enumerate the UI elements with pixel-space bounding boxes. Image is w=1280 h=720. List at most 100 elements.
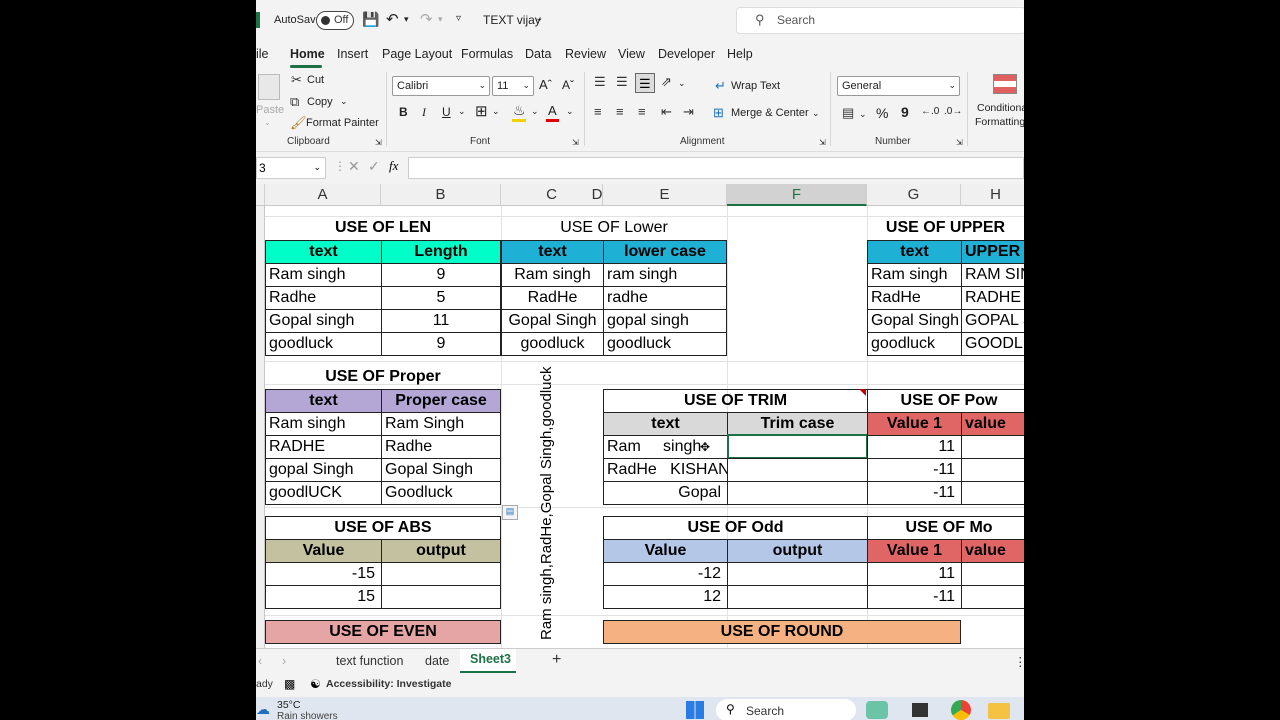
mod-header-value2[interactable]: value: [961, 539, 1024, 563]
tab-view[interactable]: View: [618, 47, 645, 61]
proper-cell[interactable]: RADHE: [265, 435, 382, 459]
orientation-dropdown-icon[interactable]: ⌄: [678, 78, 686, 89]
merge-dropdown-icon[interactable]: ⌄: [812, 108, 820, 119]
align-middle-icon[interactable]: ☰: [616, 74, 628, 90]
start-icon[interactable]: [686, 701, 704, 719]
proper-cell[interactable]: Ram Singh: [381, 412, 501, 436]
number-launcher-icon[interactable]: ⇲: [956, 138, 963, 147]
upper-cell[interactable]: RAM SIN: [961, 263, 1024, 287]
column-header-a[interactable]: A: [265, 184, 381, 206]
len-title[interactable]: USE OF LEN: [265, 217, 501, 239]
trim-header-text[interactable]: text: [603, 412, 728, 436]
len-header-text[interactable]: text: [265, 240, 382, 264]
len-header-length[interactable]: Length: [381, 240, 501, 264]
upper-cell[interactable]: goodluck: [867, 332, 962, 356]
taskbar-search[interactable]: ⚲ Search: [716, 699, 856, 720]
accounting-dropdown-icon[interactable]: ⌄: [859, 109, 867, 120]
odd-cell[interactable]: 12: [603, 585, 728, 609]
column-header-c[interactable]: C: [501, 184, 603, 206]
odd-cell[interactable]: -12: [603, 562, 728, 586]
trim-cell[interactable]: Gopal: [603, 481, 728, 505]
power-cell[interactable]: -11: [867, 458, 962, 482]
increase-indent-icon[interactable]: ⇥: [683, 104, 694, 120]
power-title[interactable]: USE OF Pow: [867, 389, 1024, 413]
len-cell[interactable]: Ram singh: [265, 263, 382, 287]
proper-cell[interactable]: Radhe: [381, 435, 501, 459]
len-cell[interactable]: 5: [381, 286, 501, 310]
sheet-tab-sheet3[interactable]: Sheet3: [460, 649, 516, 673]
upper-cell[interactable]: RadHe: [867, 286, 962, 310]
lower-cell[interactable]: goodluck: [603, 332, 727, 356]
copy-button[interactable]: Copy: [307, 96, 333, 108]
trim-header-trim[interactable]: Trim case: [727, 412, 868, 436]
power-cell-empty[interactable]: [961, 458, 1024, 482]
odd-output-cell[interactable]: [727, 562, 868, 586]
abs-cell[interactable]: -15: [265, 562, 382, 586]
align-top-icon[interactable]: ☰: [594, 74, 606, 90]
decrease-decimal-icon[interactable]: .0→: [944, 106, 962, 117]
tab-developer[interactable]: Developer: [658, 47, 715, 61]
even-title[interactable]: USE OF EVEN: [265, 620, 501, 644]
insert-function-icon[interactable]: fx: [389, 158, 398, 174]
decrease-indent-icon[interactable]: ⇤: [661, 104, 672, 120]
lower-cell[interactable]: ram singh: [603, 263, 727, 287]
more-sheets-icon[interactable]: ⋮: [1014, 654, 1024, 669]
lower-header-lower[interactable]: lower case: [603, 240, 727, 264]
tab-insert[interactable]: Insert: [337, 47, 368, 61]
upper-cell[interactable]: GOPAL S: [961, 309, 1024, 333]
clipboard-launcher-icon[interactable]: ⇲: [375, 138, 382, 147]
mod-title[interactable]: USE OF Mo: [867, 516, 1024, 540]
align-left-icon[interactable]: ≡: [594, 104, 602, 119]
odd-output-cell[interactable]: [727, 585, 868, 609]
save-icon[interactable]: 💾: [362, 11, 379, 28]
len-cell[interactable]: 11: [381, 309, 501, 333]
abs-cell[interactable]: 15: [265, 585, 382, 609]
document-title[interactable]: TEXT vijay: [483, 13, 541, 27]
select-all-corner[interactable]: [256, 184, 265, 206]
proper-header-text[interactable]: text: [265, 389, 382, 413]
accounting-icon[interactable]: ▤: [842, 105, 854, 121]
abs-output-cell[interactable]: [381, 585, 501, 609]
mod-cell-empty[interactable]: [961, 562, 1024, 586]
percent-button[interactable]: %: [876, 105, 888, 121]
prev-sheet-icon[interactable]: ‹: [258, 654, 262, 668]
len-cell[interactable]: Radhe: [265, 286, 382, 310]
upper-cell[interactable]: Ram singh: [867, 263, 962, 287]
round-title[interactable]: USE OF ROUND: [603, 620, 961, 644]
italic-button[interactable]: I: [422, 105, 426, 120]
tab-page-layout[interactable]: Page Layout: [382, 47, 452, 61]
file-explorer-icon[interactable]: [988, 703, 1010, 719]
macro-record-icon[interactable]: ▩: [284, 677, 295, 691]
undo-dropdown-icon[interactable]: ▾: [404, 14, 409, 25]
power-cell[interactable]: -11: [867, 481, 962, 505]
active-cell[interactable]: [727, 434, 868, 459]
len-cell[interactable]: Gopal singh: [265, 309, 382, 333]
proper-header-proper[interactable]: Proper case: [381, 389, 501, 413]
upper-header-upper[interactable]: UPPER c: [961, 240, 1024, 264]
font-color-icon[interactable]: A: [548, 103, 557, 118]
column-header-e[interactable]: E: [603, 184, 727, 206]
proper-cell[interactable]: gopal Singh: [265, 458, 382, 482]
tab-data[interactable]: Data: [525, 47, 551, 61]
redo-icon[interactable]: ↷: [420, 10, 433, 28]
conditional-formatting-label-1[interactable]: Conditional: [977, 102, 1024, 114]
abs-header-value[interactable]: Value: [265, 539, 382, 563]
tab-help[interactable]: Help: [727, 47, 753, 61]
next-sheet-icon[interactable]: ›: [282, 654, 286, 668]
proper-cell[interactable]: Ram singh: [265, 412, 382, 436]
lower-cell[interactable]: Gopal Singh: [501, 309, 604, 333]
lower-cell[interactable]: RadHe: [501, 286, 604, 310]
redo-dropdown-icon[interactable]: ▾: [438, 14, 443, 25]
abs-title[interactable]: USE OF ABS: [265, 516, 501, 540]
name-box[interactable]: 3 ⌄: [256, 157, 326, 179]
align-bottom-button[interactable]: ☰: [635, 73, 655, 93]
widget-icon[interactable]: [866, 701, 888, 719]
copy-dropdown-icon[interactable]: ⌄: [340, 96, 348, 107]
odd-header-value[interactable]: Value: [603, 539, 728, 563]
lower-cell[interactable]: gopal singh: [603, 309, 727, 333]
conditional-formatting-label-2[interactable]: Formatting: [975, 116, 1024, 128]
power-header-value1[interactable]: Value 1: [867, 412, 962, 436]
mod-cell-empty[interactable]: [961, 585, 1024, 609]
comma-style-button[interactable]: 9: [901, 104, 909, 120]
tab-file[interactable]: ile: [256, 47, 269, 61]
